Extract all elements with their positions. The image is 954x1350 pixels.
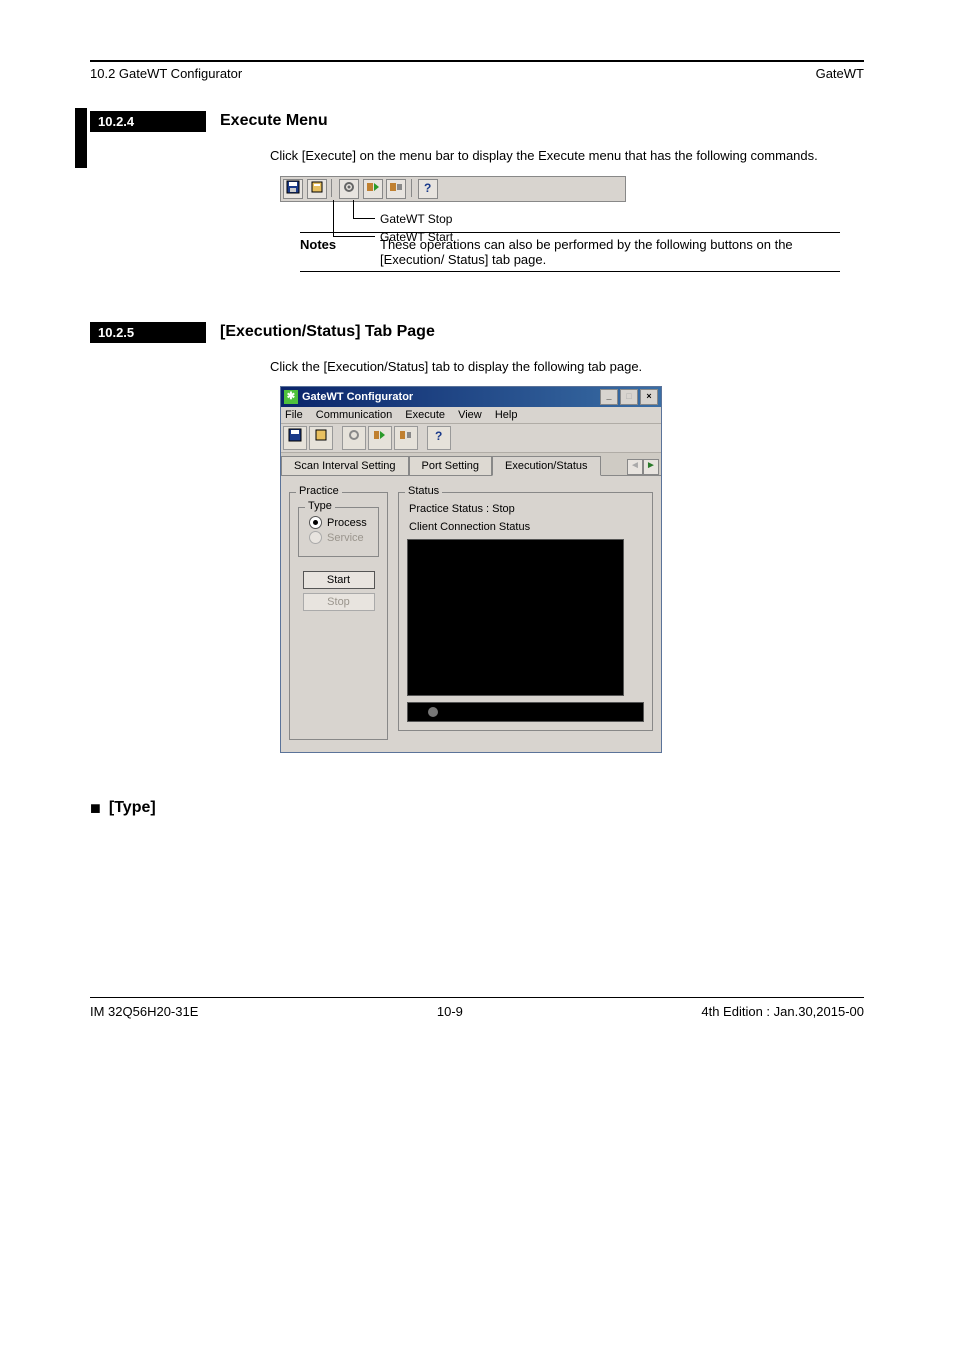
- title-bar: ✱ GateWT Configurator _ □ ×: [281, 387, 661, 407]
- toolbar-figure: ?: [280, 176, 626, 202]
- gear-icon: [339, 179, 359, 199]
- close-button[interactable]: ×: [640, 389, 658, 405]
- section3-title: [Type]: [109, 799, 156, 817]
- tab-scroll-right-icon[interactable]: ►: [643, 459, 659, 475]
- menu-view[interactable]: View: [458, 409, 482, 421]
- status-legend: Status: [405, 485, 442, 497]
- start-button[interactable]: Start: [303, 571, 375, 589]
- section3-bullet: ■: [90, 799, 101, 817]
- status-indicator-bar: [407, 702, 644, 722]
- type-group: Type Process Service: [298, 507, 379, 557]
- practice-group: Practice Type Process Service Sta: [289, 492, 388, 740]
- practice-status-text: Practice Status : Stop: [409, 503, 644, 515]
- footer-left: IM 32Q56H20-31E: [90, 1004, 198, 1019]
- radio-service-label: Service: [327, 532, 364, 544]
- stop-button: Stop: [303, 593, 375, 611]
- help-icon[interactable]: ?: [427, 426, 451, 450]
- minimize-button[interactable]: _: [600, 389, 618, 405]
- footer-center: 10-9: [437, 1004, 463, 1019]
- radio-process-label: Process: [327, 517, 367, 529]
- config-icon: [307, 179, 327, 199]
- window-title: GateWT Configurator: [302, 391, 413, 403]
- menu-help[interactable]: Help: [495, 409, 518, 421]
- window-toolbar: ?: [281, 424, 661, 453]
- menu-file[interactable]: File: [285, 409, 303, 421]
- callout-start: GateWT Start: [380, 230, 453, 244]
- start-icon[interactable]: [368, 426, 392, 450]
- tab-scan-interval[interactable]: Scan Interval Setting: [281, 456, 409, 475]
- maximize-button: □: [620, 389, 638, 405]
- type-legend: Type: [305, 500, 335, 512]
- tab-scroll-left-icon: ◄: [627, 459, 643, 475]
- footer-right: 4th Edition : Jan.30,2015-00: [701, 1004, 864, 1019]
- notes-label: Notes: [300, 237, 380, 267]
- tab-execution-status[interactable]: Execution/Status: [492, 456, 601, 476]
- stop-icon: [386, 179, 406, 199]
- radio-service: [309, 531, 322, 544]
- app-icon: ✱: [284, 390, 298, 404]
- save-icon: [283, 179, 303, 199]
- stop-icon[interactable]: [394, 426, 418, 450]
- gear-icon[interactable]: [342, 426, 366, 450]
- header-right: GateWT: [816, 66, 864, 81]
- tab-bar: Scan Interval Setting Port Setting Execu…: [281, 453, 661, 476]
- section-body-1: Click [Execute] on the menu bar to displ…: [270, 146, 864, 166]
- client-status-label: Client Connection Status: [409, 521, 644, 533]
- save-icon[interactable]: [283, 426, 307, 450]
- configurator-window: ✱ GateWT Configurator _ □ × File Communi…: [280, 386, 662, 753]
- client-connection-list: [407, 539, 624, 696]
- config-icon[interactable]: [309, 426, 333, 450]
- tab-port-setting[interactable]: Port Setting: [409, 456, 492, 475]
- section-body-2: Click the [Execution/Status] tab to disp…: [270, 357, 864, 377]
- status-indicator-icon: [428, 707, 438, 717]
- menu-communication[interactable]: Communication: [316, 409, 392, 421]
- side-marker: [75, 108, 87, 168]
- section-title-2: [Execution/Status] Tab Page: [220, 323, 435, 341]
- menu-execute[interactable]: Execute: [405, 409, 445, 421]
- callout-stop: GateWT Stop: [380, 212, 452, 226]
- start-icon: [363, 179, 383, 199]
- section-label-2: 10.2.5: [90, 322, 206, 343]
- svg-text:?: ?: [424, 181, 431, 194]
- header-left: 10.2 GateWT Configurator: [90, 66, 242, 81]
- radio-process[interactable]: [309, 516, 322, 529]
- status-group: Status Practice Status : Stop Client Con…: [398, 492, 653, 731]
- section-label-1: 10.2.4: [90, 111, 206, 132]
- help-icon: ?: [418, 179, 438, 199]
- section-title-1: Execute Menu: [220, 112, 328, 130]
- practice-legend: Practice: [296, 485, 342, 497]
- svg-text:?: ?: [435, 429, 442, 442]
- menu-bar: File Communication Execute View Help: [281, 407, 661, 424]
